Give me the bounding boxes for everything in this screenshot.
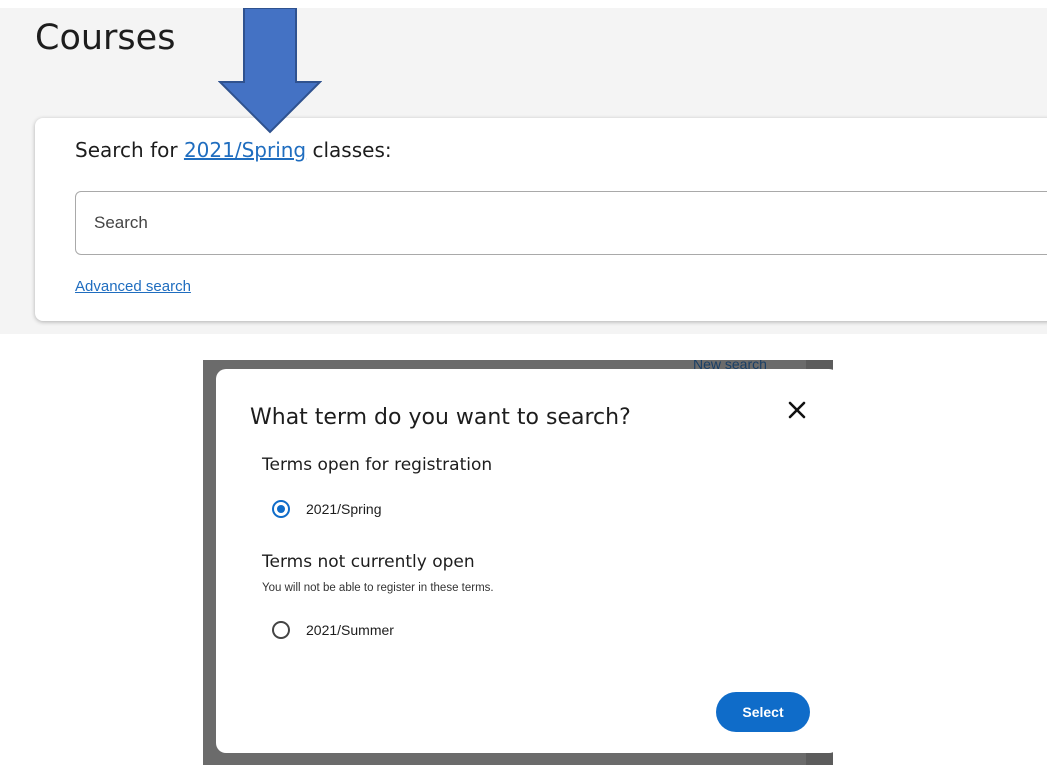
search-heading: Search for 2021/Spring classes: (75, 138, 392, 162)
term-option-label: 2021/Summer (306, 622, 394, 638)
closed-terms-note: You will not be able to register in thes… (262, 582, 494, 594)
search-input[interactable] (75, 191, 1047, 255)
term-option-spring[interactable]: 2021/Spring (272, 498, 382, 520)
search-card: Search for 2021/Spring classes: Advanced… (35, 118, 1047, 321)
search-heading-prefix: Search for (75, 138, 178, 162)
radio-checked-icon[interactable] (272, 500, 290, 518)
term-option-label: 2021/Spring (306, 501, 382, 517)
down-arrow-icon (218, 8, 322, 134)
open-terms-label: Terms open for registration (262, 455, 493, 475)
advanced-search-link[interactable]: Advanced search (75, 278, 191, 295)
courses-page: Courses Search for 2021/Spring classes: … (0, 8, 1047, 334)
search-heading-suffix: classes: (312, 138, 392, 162)
term-option-summer[interactable]: 2021/Summer (272, 619, 394, 641)
dialog-backdrop: New search What term do you want to sear… (203, 360, 833, 765)
term-link[interactable]: 2021/Spring (184, 138, 306, 162)
page-title: Courses (35, 18, 176, 58)
term-dialog: What term do you want to search? Terms o… (216, 369, 833, 753)
close-icon[interactable] (784, 397, 810, 423)
select-button[interactable]: Select (716, 692, 810, 732)
radio-unchecked-icon[interactable] (272, 621, 290, 639)
dialog-title: What term do you want to search? (250, 405, 631, 430)
closed-terms-label: Terms not currently open (262, 552, 475, 572)
